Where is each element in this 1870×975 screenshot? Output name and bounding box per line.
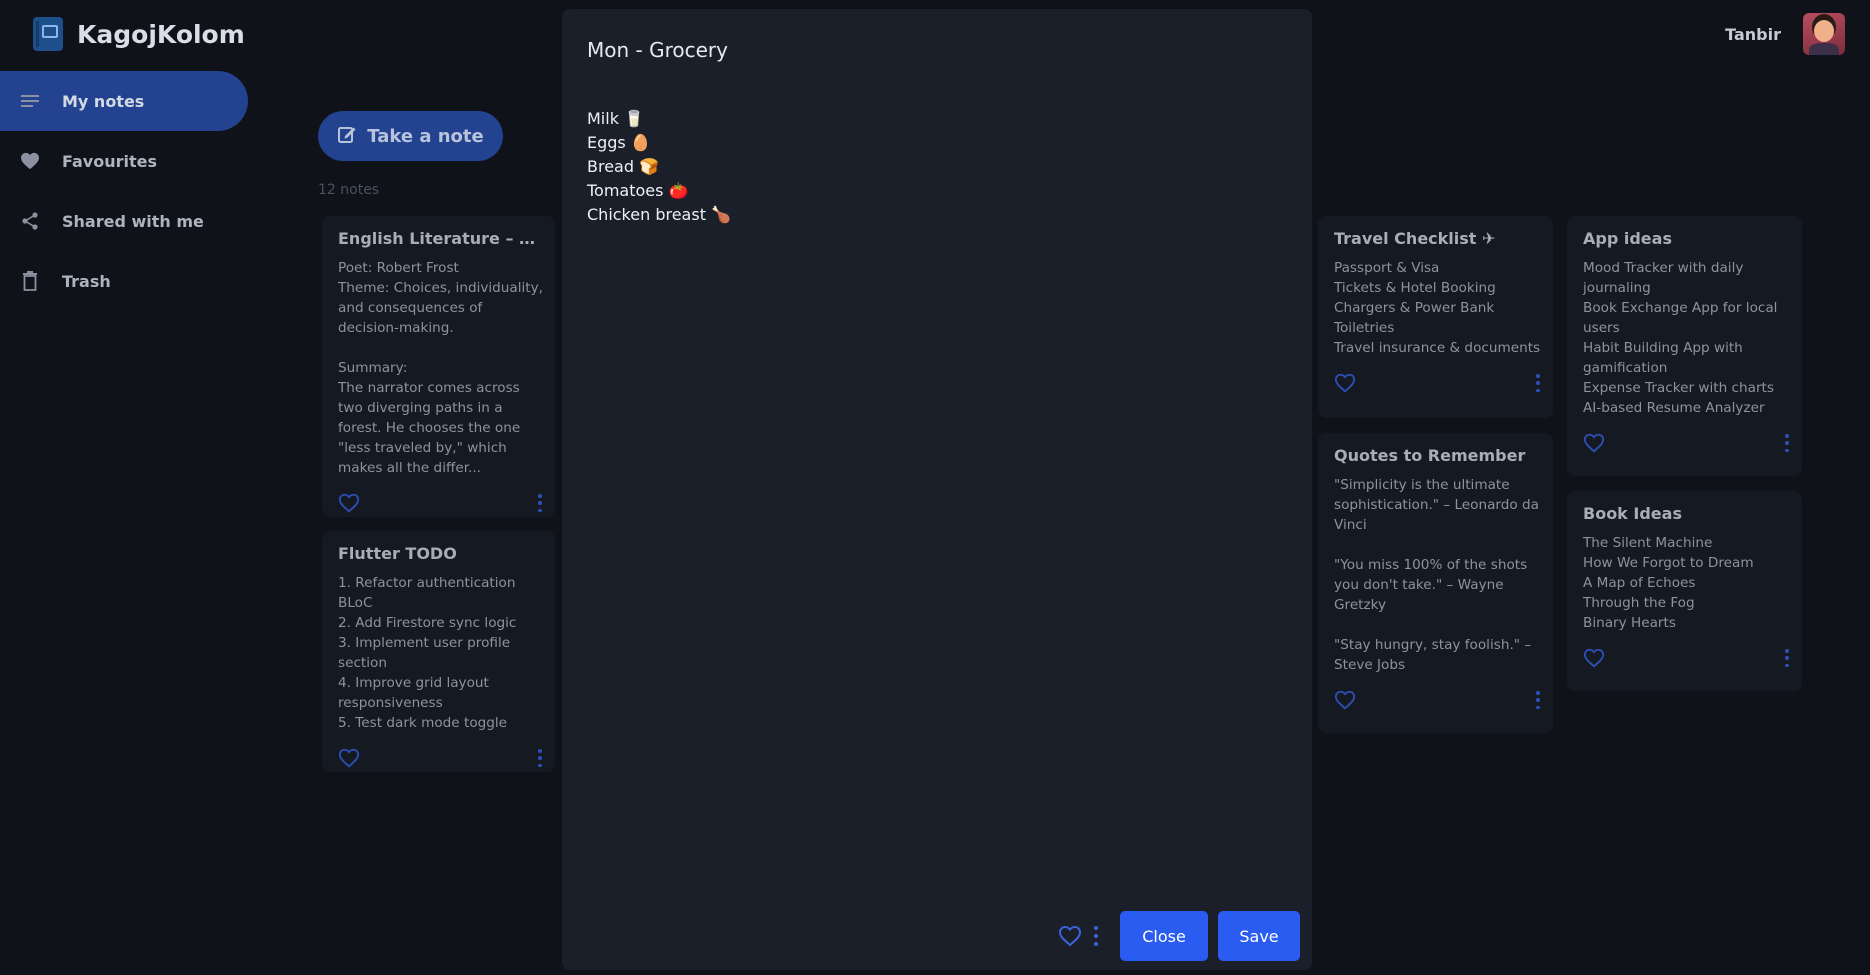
dialog-actions: Close Save [1058,911,1300,961]
note-card-title: Travel Checklist ✈ [1334,229,1496,248]
sidebar-item-label: Shared with me [62,211,204,231]
note-editor-dialog: Mon - Grocery Milk 🥛 Eggs 🥚 Bread 🍞 Toma… [562,9,1312,970]
note-card[interactable]: Quotes to Remember "Simplicity is the ul… [1318,433,1553,733]
heart-icon [20,151,40,171]
note-card-actions [1583,647,1790,669]
note-card-actions [338,747,543,769]
note-content-input[interactable]: Milk 🥛 Eggs 🥚 Bread 🍞 Tomatoes 🍅 Chicken… [587,107,731,227]
favourite-heart-icon[interactable] [1583,647,1605,669]
sidebar-item-trash[interactable]: Trash [0,251,250,311]
note-card-actions [1334,689,1541,711]
more-vert-icon[interactable] [1535,374,1541,392]
sidebar-item-my-notes[interactable]: My notes [0,71,248,131]
note-card-body: Mood Tracker with daily journaling Book … [1583,260,1778,416]
note-card-body: The Silent Machine How We Forgot to Drea… [1583,535,1754,631]
note-card[interactable]: Flutter TODO 1. Refactor authentication … [322,531,555,772]
note-card-body: Passport & Visa Tickets & Hotel Booking … [1334,260,1541,356]
favourite-heart-icon[interactable] [1334,689,1356,711]
note-card[interactable]: English Literature – The R... Poet: Robe… [322,216,555,517]
notes-count: 12 notes [318,182,380,198]
note-card-actions [1334,372,1541,394]
favourite-heart-icon[interactable] [1583,432,1605,454]
sidebar-item-label: My notes [62,91,145,111]
sidebar-item-favourites[interactable]: Favourites [0,131,250,191]
note-card-body: Poet: Robert Frost Theme: Choices, indiv… [338,260,543,476]
favourite-heart-icon[interactable] [1334,372,1356,394]
note-card[interactable]: Book Ideas The Silent Machine How We For… [1567,491,1802,691]
favourite-heart-icon[interactable] [338,492,360,514]
more-vert-icon[interactable] [1784,649,1790,667]
take-note-button[interactable]: Take a note [318,111,503,161]
note-card-title: Book Ideas [1583,504,1682,523]
note-card-body: 1. Refactor authentication BLoC 2. Add F… [338,575,517,731]
user-menu[interactable]: Tanbir [1725,13,1845,55]
sidebar-item-label: Trash [62,271,111,291]
app-root: KagojKolom Tanbir My notes Favourites Sh… [0,0,1870,975]
brand[interactable]: KagojKolom [33,17,245,51]
note-card-actions [338,492,543,514]
share-icon [20,211,40,231]
more-vert-icon[interactable] [1784,434,1790,452]
more-vert-icon[interactable] [537,494,543,512]
user-name: Tanbir [1725,24,1781,44]
note-title-input[interactable]: Mon - Grocery [587,38,728,62]
sidebar-item-shared[interactable]: Shared with me [0,191,250,251]
note-card-body: "Simplicity is the ultimate sophisticati… [1334,477,1540,673]
note-card[interactable]: Travel Checklist ✈ Passport & Visa Ticke… [1318,216,1553,418]
save-button[interactable]: Save [1218,911,1300,961]
note-card-title: English Literature – The R... [338,229,543,248]
note-card-title: Flutter TODO [338,544,457,563]
favourite-heart-icon[interactable] [1058,924,1082,948]
avatar[interactable] [1803,13,1845,55]
sidebar-item-label: Favourites [62,151,157,171]
app-name: KagojKolom [77,19,245,49]
more-vert-icon[interactable] [537,749,543,767]
close-button[interactable]: Close [1120,911,1208,961]
more-vert-icon[interactable] [1092,926,1100,946]
note-card-actions [1583,432,1790,454]
note-card-title: Quotes to Remember [1334,446,1526,465]
notebook-logo-icon [33,17,63,51]
note-card-title: App ideas [1583,229,1672,248]
favourite-heart-icon[interactable] [338,747,360,769]
take-note-label: Take a note [367,125,484,147]
sidebar: My notes Favourites Shared with me Trash [0,71,250,311]
more-vert-icon[interactable] [1535,691,1541,709]
note-card[interactable]: App ideas Mood Tracker with daily journa… [1567,216,1802,476]
menu-icon [20,91,40,111]
trash-icon [20,271,40,291]
edit-note-icon [337,124,357,149]
